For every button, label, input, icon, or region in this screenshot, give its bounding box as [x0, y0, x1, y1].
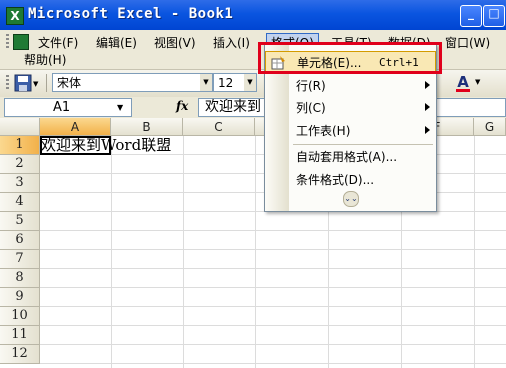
submenu-arrow-icon [425, 126, 430, 134]
active-cell-a1[interactable] [40, 136, 111, 155]
chevron-down-icon[interactable]: ▼ [244, 74, 256, 91]
row-header-11[interactable]: 11 [0, 326, 40, 345]
row-header-3[interactable]: 3 [0, 174, 40, 193]
font-color-swatch [456, 89, 470, 92]
highlight-annotation-frame [258, 42, 442, 74]
workbook-icon[interactable] [13, 34, 29, 50]
font-color-button[interactable]: A [455, 73, 471, 93]
grid-line [40, 268, 506, 269]
menu-separator [293, 144, 433, 145]
format-column-label: 列(C) [296, 101, 326, 115]
save-icon[interactable] [14, 74, 32, 92]
minimize-button[interactable]: _ [460, 5, 482, 27]
grid-line [111, 136, 112, 368]
font-color-dropdown-icon[interactable]: ▼ [475, 78, 480, 86]
row-header-6[interactable]: 6 [0, 231, 40, 250]
font-size-value: 12 [218, 76, 234, 90]
format-menu-sheet[interactable]: 工作表(H) [265, 120, 436, 142]
font-size-combo[interactable]: 12 ▼ [213, 73, 257, 92]
maximize-button[interactable]: □ [483, 5, 505, 27]
submenu-arrow-icon [425, 103, 430, 111]
row-header-4[interactable]: 4 [0, 193, 40, 212]
font-name-combo[interactable]: 宋体 ▼ [52, 73, 213, 92]
expand-menu-icon[interactable]: ⌄⌄ [343, 191, 359, 207]
toolbar-separator [46, 74, 47, 92]
grid-line [474, 136, 475, 368]
menu-edit[interactable]: 编辑(E) [92, 34, 141, 52]
format-row-label: 行(R) [296, 79, 326, 93]
format-autoformat-label: 自动套用格式(A)... [296, 150, 398, 164]
format-menu-autoformat[interactable]: 自动套用格式(A)... [265, 146, 436, 168]
row-header-5[interactable]: 5 [0, 212, 40, 231]
grid-line [40, 249, 506, 250]
format-conditional-label: 条件格式(D)... [296, 173, 375, 187]
menu-window[interactable]: 窗口(W) [441, 34, 494, 52]
column-header-b[interactable]: B [111, 118, 183, 136]
grid-line [255, 136, 256, 368]
excel-app-icon[interactable]: X [6, 7, 24, 25]
font-name-value: 宋体 [57, 76, 82, 90]
menu-view[interactable]: 视图(V) [150, 34, 200, 52]
grid-line [40, 325, 506, 326]
menubar-grip[interactable] [6, 34, 9, 50]
row-header-8[interactable]: 8 [0, 269, 40, 288]
format-sheet-label: 工作表(H) [296, 124, 351, 138]
name-box[interactable]: A1 ▼ [4, 98, 132, 117]
format-menu-column[interactable]: 列(C) [265, 97, 436, 119]
grid-line [40, 230, 506, 231]
grid-line [40, 344, 506, 345]
toolbar-grip[interactable] [6, 75, 9, 91]
title-bar: X Microsoft Excel - Book1 _ □ [0, 0, 506, 30]
chevron-down-icon[interactable]: ▼ [200, 74, 212, 91]
row-header-10[interactable]: 10 [0, 307, 40, 326]
row-header-1[interactable]: 1 [0, 136, 40, 155]
grid-line [183, 136, 184, 368]
row-header-2[interactable]: 2 [0, 155, 40, 174]
row-header-7[interactable]: 7 [0, 250, 40, 269]
select-all-corner[interactable] [0, 118, 40, 136]
column-header-c[interactable]: C [183, 118, 255, 136]
format-menu-row[interactable]: 行(R) [265, 75, 436, 97]
menu-file[interactable]: 文件(F) [34, 34, 82, 52]
grid-line [40, 306, 506, 307]
column-header-g[interactable]: G [474, 118, 506, 136]
grid-line [40, 363, 506, 364]
grid-line [40, 287, 506, 288]
column-header-a[interactable]: A [40, 118, 111, 136]
submenu-arrow-icon [425, 81, 430, 89]
row-header-12[interactable]: 12 [0, 345, 40, 364]
name-box-value: A1 [53, 100, 71, 115]
menu-insert[interactable]: 插入(I) [209, 34, 254, 52]
save-dropdown-icon[interactable]: ▼ [33, 80, 38, 88]
window-title: Microsoft Excel - Book1 [28, 6, 234, 22]
format-menu-conditional[interactable]: 条件格式(D)... [265, 169, 436, 191]
menu-help[interactable]: 帮助(H) [20, 52, 70, 68]
name-box-dropdown-icon[interactable]: ▼ [117, 103, 123, 112]
formula-content: 欢迎来到 [205, 99, 261, 115]
insert-function-icon[interactable]: fx [176, 99, 188, 113]
row-header-9[interactable]: 9 [0, 288, 40, 307]
